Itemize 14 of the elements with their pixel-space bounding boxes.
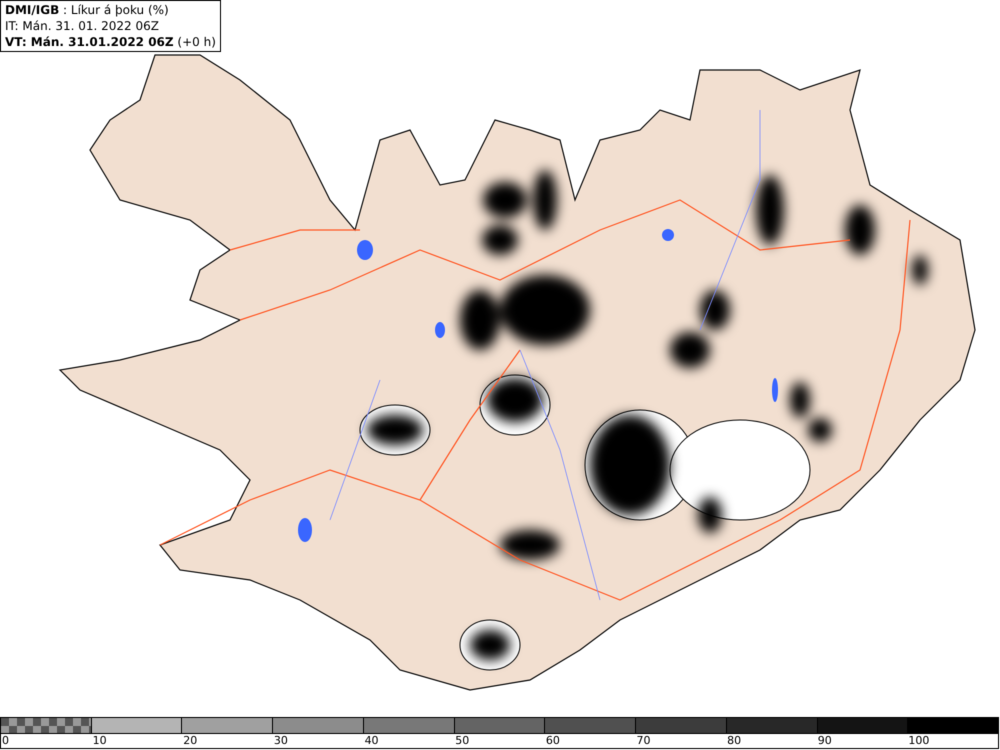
scale-label: 90	[818, 734, 832, 747]
title-line: IT: Mán. 31. 01. 2022 06Z	[5, 18, 160, 34]
scale-label: 100	[908, 734, 930, 747]
scale-label: 40	[364, 734, 379, 747]
title-line: VT: Mán. 31.01.2022 06Z (+0 h)	[5, 34, 216, 50]
scale-label: 60	[546, 734, 560, 747]
scale-label: 50	[455, 734, 470, 747]
scale-label: 10	[92, 734, 107, 747]
scale-label: 20	[183, 734, 198, 747]
title-line: DMI/IGB : Líkur á þoku (%)	[5, 2, 170, 18]
scale-label: 80	[727, 734, 742, 747]
scale-label: 70	[636, 734, 650, 747]
scale-label: 0	[2, 734, 9, 747]
scale-label: 30	[274, 734, 288, 747]
